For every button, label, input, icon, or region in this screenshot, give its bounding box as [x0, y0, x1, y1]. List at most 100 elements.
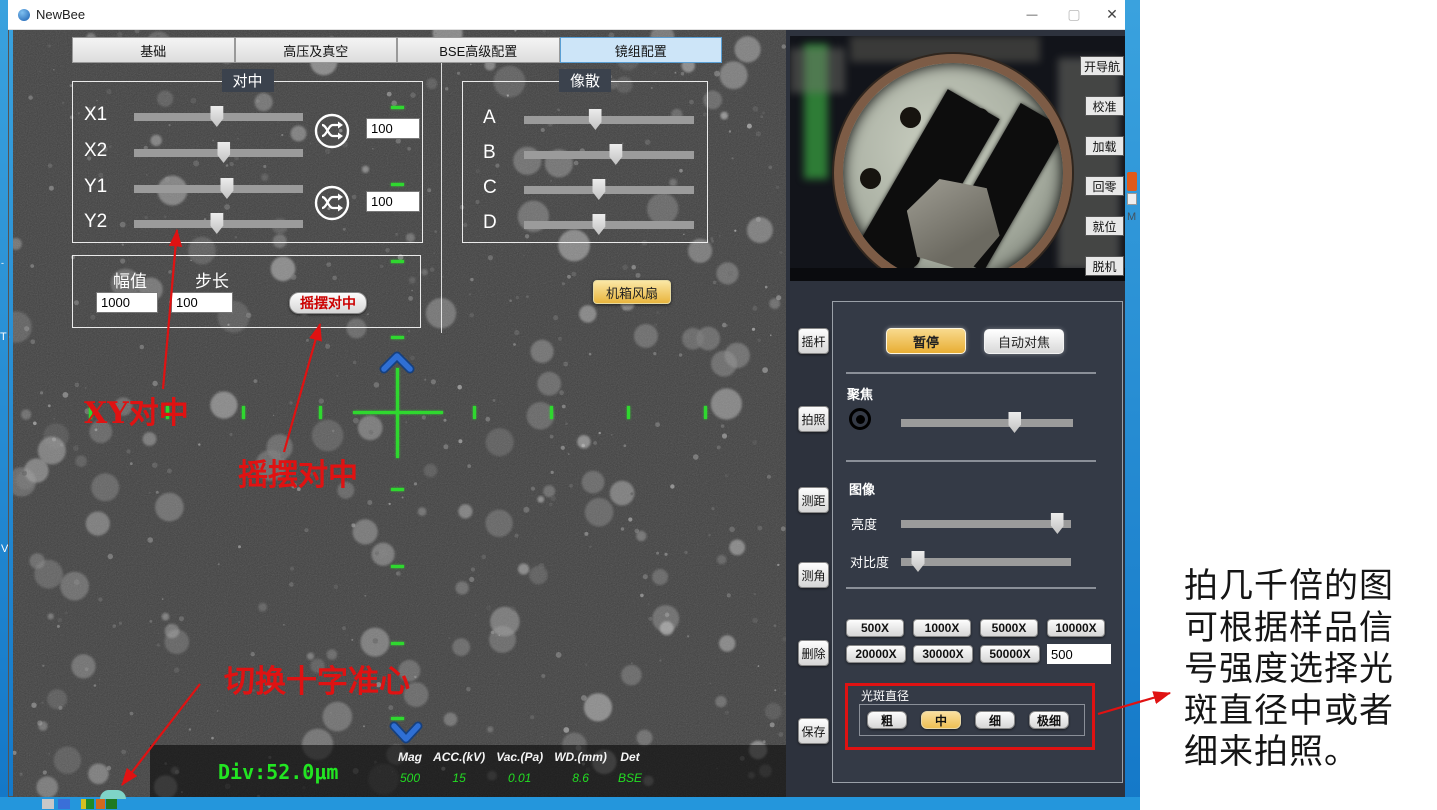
- record-icon-dot: [856, 415, 865, 424]
- autofocus-button[interactable]: 自动对焦: [984, 329, 1064, 354]
- status-table: Mag 500 ACC.(kV) 15 Vac.(Pa) 0.01 WD.(mm…: [398, 750, 642, 785]
- slider-d[interactable]: [524, 221, 694, 229]
- desktop-icon-label-m: M: [1127, 211, 1136, 223]
- status-col-mag: Mag 500: [398, 750, 422, 785]
- slider-y2[interactable]: [134, 220, 303, 228]
- mag-10000x-button[interactable]: 10000X: [1047, 619, 1105, 637]
- taskbar-icon[interactable]: [42, 799, 54, 809]
- scale-tick: [391, 183, 404, 186]
- tool-delete-button[interactable]: 删除: [798, 640, 829, 666]
- contrast-slider-thumb[interactable]: [912, 551, 925, 572]
- contrast-slider[interactable]: [901, 558, 1071, 566]
- tab-hv-vacuum[interactable]: 高压及真空: [235, 37, 398, 63]
- amplitude-input[interactable]: [96, 292, 158, 313]
- taskbar-icon[interactable]: [86, 799, 94, 809]
- desktop-icon-orange[interactable]: [1127, 172, 1137, 191]
- scale-tick: [473, 406, 476, 419]
- mag-30000x-button[interactable]: 30000X: [913, 645, 973, 663]
- mag-input[interactable]: [1047, 644, 1111, 664]
- taskbar-icon[interactable]: [106, 799, 117, 809]
- scale-tick: [391, 260, 404, 263]
- pause-button[interactable]: 暂停: [886, 328, 966, 354]
- crosshair-vline: [396, 368, 399, 458]
- slider-x2-thumb[interactable]: [217, 142, 230, 163]
- tool-joystick-button[interactable]: 摇杆: [798, 328, 829, 354]
- chassis-fan-button[interactable]: 机箱风扇: [593, 280, 671, 304]
- slider-a-thumb[interactable]: [589, 109, 602, 130]
- tab-lens-config[interactable]: 镜组配置: [560, 37, 723, 63]
- scale-tick: [391, 642, 404, 645]
- nav-load-button[interactable]: 加载: [1085, 136, 1124, 156]
- astigmatism-groupbox: 像散 A B C D: [462, 81, 708, 243]
- focus-slider[interactable]: [901, 419, 1073, 427]
- focus-slider-thumb[interactable]: [1008, 412, 1021, 433]
- wobble-y-input[interactable]: [366, 191, 420, 212]
- stage-hole: [900, 107, 921, 128]
- maximize-button[interactable]: ▢: [1054, 0, 1094, 29]
- slider-y1-thumb[interactable]: [220, 178, 233, 199]
- slider-label-d: D: [483, 212, 497, 234]
- tool-snapshot-button[interactable]: 拍照: [798, 406, 829, 432]
- nav-home-zero-button[interactable]: 回零: [1085, 176, 1124, 196]
- slider-b[interactable]: [524, 151, 694, 159]
- centering-groupbox: 对中 X1 X2 Y1 Y2: [72, 81, 423, 243]
- nav-offline-button[interactable]: 脱机: [1085, 256, 1124, 276]
- slider-label-b: B: [483, 142, 496, 164]
- status-col-acc: ACC.(kV) 15: [433, 750, 485, 785]
- wobble-x-icon[interactable]: [313, 112, 351, 150]
- desktop-icon-doc[interactable]: [1127, 193, 1137, 205]
- brightness-slider[interactable]: [901, 520, 1071, 528]
- amplitude-label: 幅值: [113, 267, 147, 292]
- wobble-x-input[interactable]: [366, 118, 420, 139]
- mag-1000x-button[interactable]: 1000X: [913, 619, 971, 637]
- taskbar-icon[interactable]: [96, 799, 105, 809]
- desktop-right-strip: [1125, 0, 1140, 810]
- taskbar-icon[interactable]: [58, 799, 70, 809]
- scale-tick: [391, 336, 404, 339]
- swing-centering-button[interactable]: 摇摆对中: [289, 292, 367, 314]
- mag-500x-button[interactable]: 500X: [846, 619, 904, 637]
- record-icon[interactable]: [849, 408, 871, 430]
- slider-d-thumb[interactable]: [592, 214, 605, 235]
- scale-tick: [391, 717, 404, 720]
- tab-bse-advanced[interactable]: BSE高级配置: [397, 37, 560, 63]
- slider-x1[interactable]: [134, 113, 303, 121]
- nav-calibrate-button[interactable]: 校准: [1085, 96, 1124, 116]
- slider-c-thumb[interactable]: [592, 179, 605, 200]
- close-button[interactable]: ✕: [1092, 0, 1132, 29]
- minimize-button[interactable]: —: [1012, 0, 1052, 29]
- mag-50000x-button[interactable]: 50000X: [980, 645, 1040, 663]
- slider-x2[interactable]: [134, 149, 303, 157]
- mag-5000x-button[interactable]: 5000X: [980, 619, 1038, 637]
- sample-stage-disc: [834, 54, 1072, 281]
- slider-c[interactable]: [524, 186, 694, 194]
- annotation-red-rectangle: [845, 683, 1095, 750]
- camera-machinery: [790, 48, 845, 93]
- slider-y1[interactable]: [134, 185, 303, 193]
- slider-label-y2: Y2: [84, 211, 107, 233]
- step-label: 步长: [195, 267, 229, 292]
- tool-save-button[interactable]: 保存: [798, 718, 829, 744]
- status-col-vac: Vac.(Pa) 0.01: [496, 750, 543, 785]
- astigmatism-title: 像散: [559, 69, 611, 92]
- slider-a[interactable]: [524, 116, 694, 124]
- side-note-line: 斑直径中或者: [1184, 691, 1437, 733]
- tab-basic[interactable]: 基础: [72, 37, 235, 63]
- slider-x1-thumb[interactable]: [210, 106, 223, 127]
- app-icon: [18, 9, 30, 21]
- slider-b-thumb[interactable]: [609, 144, 622, 165]
- slider-y2-thumb[interactable]: [210, 213, 223, 234]
- status-col-det: Det BSE: [618, 750, 642, 785]
- nav-open-navigation-button[interactable]: 开导航: [1080, 56, 1124, 76]
- wobble-y-icon[interactable]: [313, 184, 351, 222]
- mag-20000x-button[interactable]: 20000X: [846, 645, 906, 663]
- nav-in-position-button[interactable]: 就位: [1085, 216, 1124, 236]
- side-note-line: 可根据样品信: [1184, 608, 1437, 650]
- step-input[interactable]: [171, 292, 233, 313]
- tool-measure-distance-button[interactable]: 测距: [798, 487, 829, 513]
- brightness-slider-thumb[interactable]: [1051, 513, 1064, 534]
- scale-tick: [242, 406, 245, 419]
- tool-measure-angle-button[interactable]: 测角: [798, 562, 829, 588]
- taskbar-peek-icon[interactable]: [100, 790, 126, 799]
- side-note-line: 拍几千倍的图: [1184, 566, 1437, 608]
